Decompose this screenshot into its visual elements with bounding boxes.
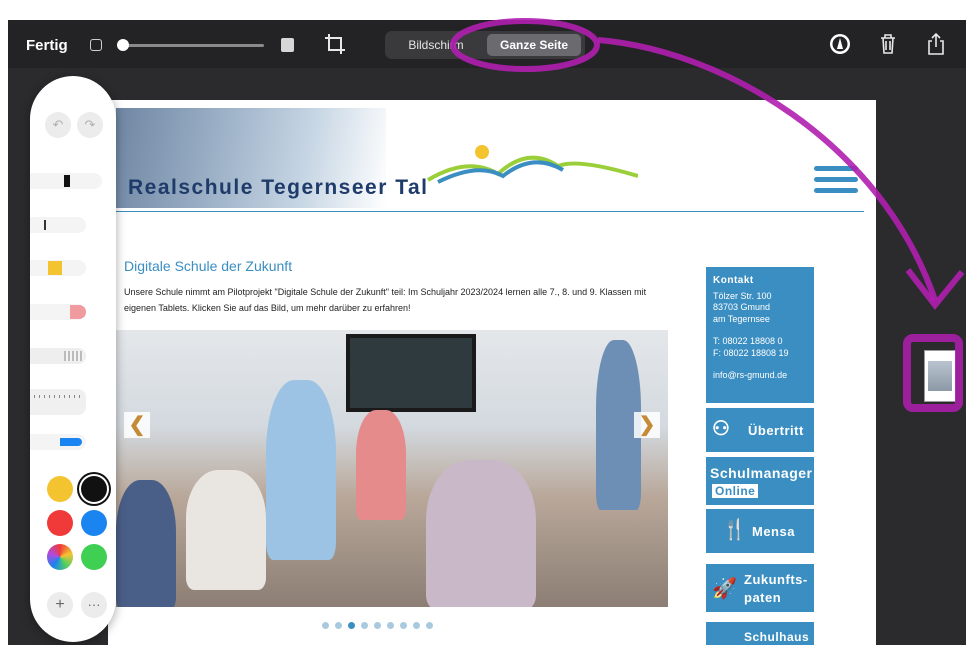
highlighter-tool[interactable] xyxy=(30,260,86,276)
carousel-dots xyxy=(322,616,439,629)
carousel-dot[interactable] xyxy=(387,622,394,629)
color-yellow-swatch[interactable] xyxy=(47,476,73,502)
done-button[interactable]: Fertig xyxy=(26,37,68,54)
address-city: 83703 Gmund xyxy=(713,302,771,312)
opacity-toggle-icon[interactable] xyxy=(90,39,102,51)
carousel-prev-button[interactable]: ❮ xyxy=(124,412,150,438)
carousel-dot[interactable] xyxy=(348,622,355,629)
transfer-card[interactable]: ⚇ Übertritt xyxy=(706,408,814,452)
manager-online-label: Online xyxy=(712,484,759,498)
carousel-dot[interactable] xyxy=(400,622,407,629)
color-black-swatch[interactable] xyxy=(81,476,107,502)
segment-full-page[interactable]: Ganze Seite xyxy=(487,34,581,56)
mensa-label: Mensa xyxy=(752,524,795,539)
school-manager-card[interactable]: Schulmanager Online xyxy=(706,457,814,505)
site-header: Realschule Tegernseer Tal xyxy=(108,100,876,213)
lasso-tool[interactable] xyxy=(30,348,86,364)
markup-tool-palette: ↶ ↷ + ··· xyxy=(30,76,116,642)
opacity-max-icon xyxy=(281,38,294,52)
site-title[interactable]: Realschule Tegernseer Tal xyxy=(128,176,429,200)
classroom-carousel-image[interactable]: ❮ ❯ xyxy=(116,330,668,607)
address-region: am Tegernsee xyxy=(713,313,770,324)
eraser-tool[interactable] xyxy=(30,304,86,320)
carousel-next-button[interactable]: ❯ xyxy=(634,412,660,438)
student-figure xyxy=(266,380,336,560)
top-toolbar: Fertig Bildschirm Ganze Seite xyxy=(8,20,966,68)
color-red-swatch[interactable] xyxy=(47,510,73,536)
contact-title: Kontakt xyxy=(713,275,754,286)
opacity-slider[interactable] xyxy=(122,44,264,47)
screenshot-editor: Fertig Bildschirm Ganze Seite Realschule… xyxy=(8,20,966,645)
contact-card: Kontakt Tölzer Str. 100 83703 Gmund am T… xyxy=(706,267,814,403)
carousel-dot[interactable] xyxy=(374,622,381,629)
captured-web-page: Realschule Tegernseer Tal Digitale Schul… xyxy=(108,100,876,645)
header-divider xyxy=(116,211,864,212)
manager-label: Schulmanager xyxy=(710,465,813,481)
cutlery-icon: 🍴 xyxy=(722,519,747,541)
page-thumbnail[interactable] xyxy=(924,350,956,402)
ruler-tool[interactable] xyxy=(30,389,86,415)
fax-number: F: 08022 18808 19 xyxy=(713,347,789,358)
mentors-label-line1: Zukunfts- xyxy=(744,572,808,587)
students-icon: ⚇ xyxy=(712,418,730,440)
email-link[interactable]: info@rs-gmund.de xyxy=(713,370,807,382)
smartboard xyxy=(346,334,476,412)
segment-screen[interactable]: Bildschirm xyxy=(389,34,483,56)
school-building-label: Schulhaus xyxy=(744,630,810,644)
student-figure xyxy=(116,480,176,607)
color-green-swatch[interactable] xyxy=(81,544,107,570)
crop-icon[interactable] xyxy=(324,33,346,55)
share-icon[interactable] xyxy=(924,32,948,56)
carousel-dot[interactable] xyxy=(335,622,342,629)
transfer-label: Übertritt xyxy=(748,423,804,438)
trash-icon[interactable] xyxy=(876,32,900,56)
carousel-dot[interactable] xyxy=(322,622,329,629)
redo-button[interactable]: ↷ xyxy=(77,112,103,138)
opacity-slider-knob[interactable] xyxy=(117,39,129,51)
student-figure xyxy=(186,470,266,590)
phone-number[interactable]: T: 08022 18808 0 xyxy=(713,336,807,348)
cafeteria-card[interactable]: 🍴 Mensa xyxy=(706,509,814,553)
carousel-dot[interactable] xyxy=(361,622,368,629)
mountain-logo xyxy=(426,145,638,184)
color-blue-swatch[interactable] xyxy=(81,510,107,536)
future-mentors-card[interactable]: 🚀 Zukunfts- paten xyxy=(706,564,814,612)
menu-icon[interactable] xyxy=(814,166,858,200)
color-wheel-icon[interactable] xyxy=(47,544,73,570)
markup-icon[interactable] xyxy=(828,32,852,56)
fountain-pen-tool[interactable] xyxy=(30,434,86,450)
capture-mode-segmented-control: Bildschirm Ganze Seite xyxy=(385,31,585,59)
article-intro: Unsere Schule nimmt am Pilotprojekt "Dig… xyxy=(124,287,647,313)
more-button[interactable]: ··· xyxy=(81,592,107,618)
undo-button[interactable]: ↶ xyxy=(45,112,71,138)
article-headline[interactable]: Digitale Schule der Zukunft xyxy=(124,258,292,274)
carousel-dot[interactable] xyxy=(413,622,420,629)
pencil-tool[interactable] xyxy=(30,217,86,233)
school-building-card[interactable]: Schulhaus xyxy=(706,622,814,645)
student-figure xyxy=(426,460,536,607)
carousel-dot[interactable] xyxy=(426,622,433,629)
rocket-icon: 🚀 xyxy=(712,578,737,600)
add-button[interactable]: + xyxy=(47,592,73,618)
pen-tool[interactable] xyxy=(30,173,102,189)
mentors-label-line2: paten xyxy=(744,590,782,605)
address-street: Tölzer Str. 100 xyxy=(713,290,772,301)
student-figure xyxy=(356,410,406,520)
